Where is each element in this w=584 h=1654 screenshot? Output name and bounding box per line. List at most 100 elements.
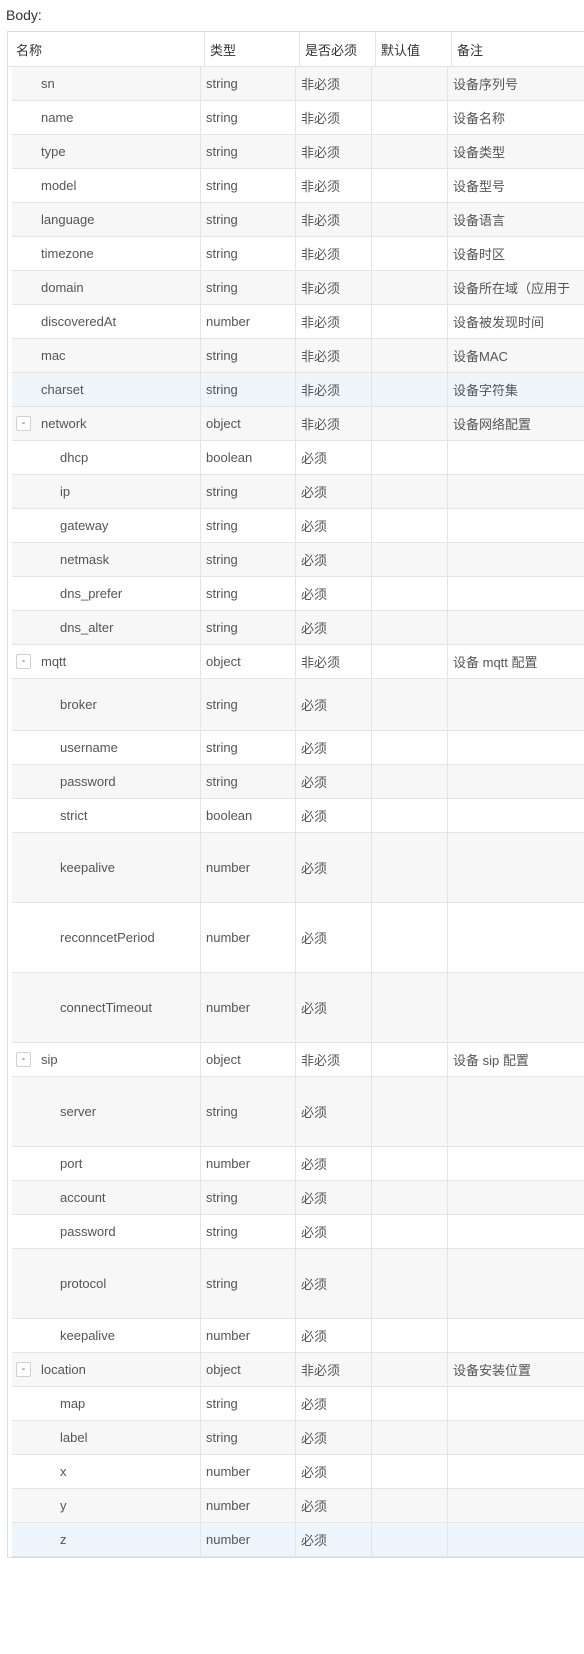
field-required: 必须 bbox=[296, 509, 372, 542]
field-default bbox=[372, 645, 448, 678]
field-note bbox=[448, 1455, 584, 1488]
field-name: keepalive bbox=[12, 1319, 201, 1352]
field-note bbox=[448, 833, 584, 902]
table-row: connectTimeout number 必须 bbox=[12, 973, 584, 1043]
table-row: mac string 非必须 设备MAC bbox=[12, 339, 584, 373]
field-note bbox=[448, 1387, 584, 1420]
collapse-toggle-icon[interactable]: - bbox=[16, 654, 31, 669]
field-type: string bbox=[201, 475, 296, 508]
field-default bbox=[372, 765, 448, 798]
field-note: 设备 mqtt 配置 bbox=[453, 655, 538, 670]
table-row: gateway string 必须 bbox=[12, 509, 584, 543]
field-type: string bbox=[201, 1387, 296, 1420]
field-note bbox=[448, 1421, 584, 1454]
table-row: port number 必须 bbox=[12, 1147, 584, 1181]
field-default bbox=[372, 475, 448, 508]
field-type: string bbox=[201, 577, 296, 610]
field-name: reconncetPeriod bbox=[12, 903, 201, 972]
field-note: 设备时区 bbox=[453, 247, 506, 262]
table-row: dns_alter string 必须 bbox=[12, 611, 584, 645]
field-name: strict bbox=[12, 799, 201, 832]
field-name: dhcp bbox=[12, 441, 201, 474]
field-required: 必须 bbox=[296, 1249, 372, 1318]
field-default bbox=[372, 1249, 448, 1318]
field-required: 非必须 bbox=[296, 1353, 372, 1386]
table-row: - sip object 非必须 设备 sip 配置 bbox=[12, 1043, 584, 1077]
field-note bbox=[448, 1215, 584, 1248]
field-required: 非必须 bbox=[296, 339, 372, 372]
field-name: timezone bbox=[12, 237, 201, 270]
field-type: string bbox=[201, 1077, 296, 1146]
field-type: string bbox=[201, 1421, 296, 1454]
field-default bbox=[372, 135, 448, 168]
table-row: map string 必须 bbox=[12, 1387, 584, 1421]
field-default bbox=[372, 1077, 448, 1146]
table-row: domain string 非必须 设备所在域（应用于 bbox=[12, 271, 584, 305]
field-default bbox=[372, 339, 448, 372]
field-name: broker bbox=[12, 679, 201, 730]
field-required: 必须 bbox=[296, 1455, 372, 1488]
table-row: discoveredAt number 非必须 设备被发现时间 bbox=[12, 305, 584, 339]
field-default bbox=[372, 305, 448, 338]
field-required: 必须 bbox=[296, 543, 372, 576]
field-name: ip bbox=[12, 475, 201, 508]
collapse-toggle-icon[interactable]: - bbox=[16, 1052, 31, 1067]
field-note: 设备类型 bbox=[453, 145, 506, 160]
field-note bbox=[448, 1077, 584, 1146]
field-required: 必须 bbox=[296, 611, 372, 644]
field-name: port bbox=[12, 1147, 201, 1180]
field-note bbox=[448, 731, 584, 764]
field-name: map bbox=[12, 1387, 201, 1420]
field-required: 非必须 bbox=[296, 1043, 372, 1076]
field-required: 必须 bbox=[296, 679, 372, 730]
field-default bbox=[372, 203, 448, 236]
field-default bbox=[372, 509, 448, 542]
col-type-header: 类型 bbox=[205, 32, 300, 66]
field-default bbox=[372, 1043, 448, 1076]
field-required: 非必须 bbox=[296, 169, 372, 202]
table-row: dhcp boolean 必须 bbox=[12, 441, 584, 475]
col-name-header: 名称 bbox=[12, 32, 205, 66]
field-type: number bbox=[201, 1523, 296, 1556]
field-required: 非必须 bbox=[296, 101, 372, 134]
field-default bbox=[372, 577, 448, 610]
field-note bbox=[448, 1523, 584, 1556]
field-required: 必须 bbox=[296, 903, 372, 972]
field-name: dns_prefer bbox=[12, 577, 201, 610]
field-type: string bbox=[201, 135, 296, 168]
table-row: language string 非必须 设备语言 bbox=[12, 203, 584, 237]
field-note: 设备名称 bbox=[453, 111, 506, 126]
field-required: 必须 bbox=[296, 475, 372, 508]
field-name: model bbox=[12, 169, 201, 202]
table-row: account string 必须 bbox=[12, 1181, 584, 1215]
field-required: 非必须 bbox=[296, 407, 372, 440]
field-required: 非必须 bbox=[296, 67, 372, 100]
field-name: y bbox=[12, 1489, 201, 1522]
field-type: object bbox=[201, 1353, 296, 1386]
field-type: object bbox=[201, 407, 296, 440]
params-table: 名称 类型 是否必须 默认值 备注 sn string 非必须 设备序列号 name st… bbox=[7, 31, 584, 1558]
field-type: string bbox=[201, 237, 296, 270]
field-type: number bbox=[201, 903, 296, 972]
field-default bbox=[372, 1421, 448, 1454]
field-name: discoveredAt bbox=[12, 305, 201, 338]
field-default bbox=[372, 903, 448, 972]
field-default bbox=[372, 679, 448, 730]
field-default bbox=[372, 1489, 448, 1522]
field-name: charset bbox=[12, 373, 201, 406]
field-note bbox=[448, 611, 584, 644]
field-default bbox=[372, 611, 448, 644]
field-required: 必须 bbox=[296, 1523, 372, 1556]
field-name: sn bbox=[12, 67, 201, 100]
field-required: 非必须 bbox=[296, 203, 372, 236]
field-required: 必须 bbox=[296, 1319, 372, 1352]
collapse-toggle-icon[interactable]: - bbox=[16, 1362, 31, 1377]
field-type: string bbox=[201, 67, 296, 100]
field-type: string bbox=[201, 1215, 296, 1248]
field-note bbox=[448, 1181, 584, 1214]
field-default bbox=[372, 407, 448, 440]
field-required: 非必须 bbox=[296, 135, 372, 168]
field-note bbox=[448, 441, 584, 474]
field-type: number bbox=[201, 1147, 296, 1180]
collapse-toggle-icon[interactable]: - bbox=[16, 416, 31, 431]
